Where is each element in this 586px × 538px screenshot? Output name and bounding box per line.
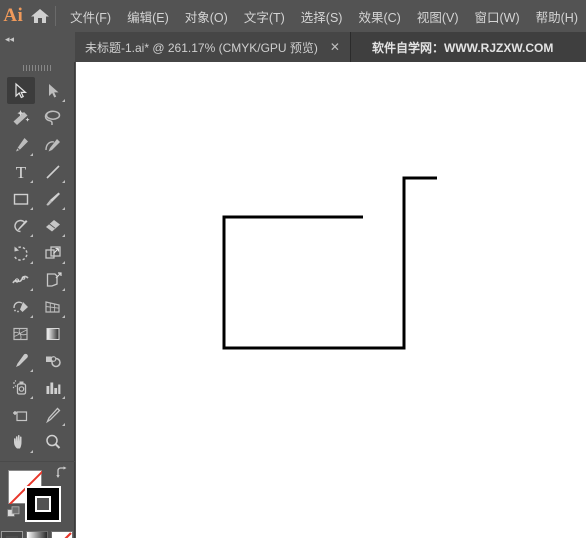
flyout-indicator-icon [30,315,33,318]
paintbrush-tool[interactable] [39,185,67,212]
document-tab[interactable]: 未标题-1.ai* @ 261.17% (CMYK/GPU 预览) ✕ [75,32,351,62]
menu-item-list: 文件(F) 编辑(E) 对象(O) 文字(T) 选择(S) 效果(C) 视图(V… [62,3,586,30]
flyout-indicator-icon [30,153,33,156]
home-icon[interactable] [27,0,54,32]
flyout-indicator-icon [62,207,65,210]
illustrator-window: Ai 文件(F) 编辑(E) 对象(O) 文字(T) 选择(S) 效果(C) 视… [0,0,586,538]
rotate-tool[interactable] [7,239,35,266]
flyout-indicator-icon [30,288,33,291]
swap-fill-stroke-icon[interactable] [55,466,69,483]
artwork-svg [222,176,437,350]
eyedropper-tool[interactable] [7,347,35,374]
menu-help[interactable]: 帮助(H) [528,3,586,30]
flyout-indicator-icon [62,261,65,264]
artboard-tool[interactable] [7,401,35,428]
menu-bar: Ai 文件(F) 编辑(E) 对象(O) 文字(T) 选择(S) 效果(C) 视… [0,0,586,32]
tool-grid: T [0,74,74,455]
rectangle-tool[interactable] [7,185,35,212]
rectangle-open-path[interactable] [222,176,437,350]
flyout-indicator-icon [62,234,65,237]
magic-wand-tool[interactable] [7,104,35,131]
free-transform-tool[interactable] [39,266,67,293]
flyout-indicator-icon [62,315,65,318]
document-tab-label: 未标题-1.ai* @ 261.17% (CMYK/GPU 预览) [85,40,318,55]
watermark-text: 软件自学网：WWW.RJZXW.COM [372,40,554,55]
flyout-indicator-icon [30,261,33,264]
mesh-tool[interactable] [7,320,35,347]
perspective-grid-tool[interactable] [39,293,67,320]
document-canvas[interactable] [76,62,586,538]
stroke-swatch[interactable] [25,486,61,522]
line-segment-tool[interactable] [39,158,67,185]
pen-tool[interactable] [7,131,35,158]
selection-tool[interactable] [7,77,35,104]
shaper-tool[interactable] [7,212,35,239]
scale-tool[interactable] [39,239,67,266]
menu-select[interactable]: 选择(S) [293,3,351,30]
toolbar-drag-handle[interactable] [0,62,75,74]
color-mode-swatch[interactable] [1,531,23,538]
flyout-indicator-icon [62,180,65,183]
slice-tool[interactable] [39,401,67,428]
stroke-swatch-inner [35,496,51,512]
default-fill-stroke-icon[interactable] [7,506,21,525]
eraser-tool[interactable] [39,212,67,239]
menu-edit[interactable]: 编辑(E) [119,3,177,30]
gradient-mode-swatch[interactable] [26,531,48,538]
flyout-indicator-icon [30,396,33,399]
zoom-tool[interactable] [39,428,67,455]
paint-mode-row [0,531,74,538]
column-graph-tool[interactable] [39,374,67,401]
flyout-indicator-icon [62,99,65,102]
menu-object[interactable]: 对象(O) [177,3,236,30]
menu-divider [55,6,57,26]
flyout-indicator-icon [62,288,65,291]
app-logo: Ai [3,5,24,26]
gradient-tool[interactable] [39,320,67,347]
grip-lines-icon [22,65,53,71]
type-tool[interactable]: T [7,158,35,185]
flyout-indicator-icon [62,396,65,399]
flyout-indicator-icon [30,369,33,372]
flyout-indicator-icon [30,180,33,183]
tools-panel: T [0,62,75,538]
shape-builder-tool[interactable] [7,293,35,320]
flyout-indicator-icon [30,450,33,453]
fill-stroke-controls [0,461,75,527]
symbol-sprayer-tool[interactable] [7,374,35,401]
svg-text:T: T [16,163,27,181]
curvature-tool[interactable] [39,131,67,158]
hand-tool[interactable] [7,428,35,455]
menu-window[interactable]: 窗口(W) [467,3,528,30]
menu-file[interactable]: 文件(F) [62,3,119,30]
menu-type[interactable]: 文字(T) [236,3,293,30]
panel-collapse-button[interactable]: ◂◂ [0,32,75,62]
none-mode-swatch[interactable] [51,531,73,538]
flyout-indicator-icon [62,423,65,426]
flyout-indicator-icon [30,234,33,237]
menu-view[interactable]: 视图(V) [409,3,467,30]
menu-effect[interactable]: 效果(C) [350,3,408,30]
width-tool[interactable] [7,266,35,293]
blend-tool[interactable] [39,347,67,374]
direct-selection-tool[interactable] [39,77,67,104]
flyout-indicator-icon [30,207,33,210]
document-tab-bar: ◂◂ 未标题-1.ai* @ 261.17% (CMYK/GPU 预览) ✕ 软… [0,32,586,62]
lasso-tool[interactable] [39,104,67,131]
close-icon[interactable]: ✕ [328,40,342,54]
